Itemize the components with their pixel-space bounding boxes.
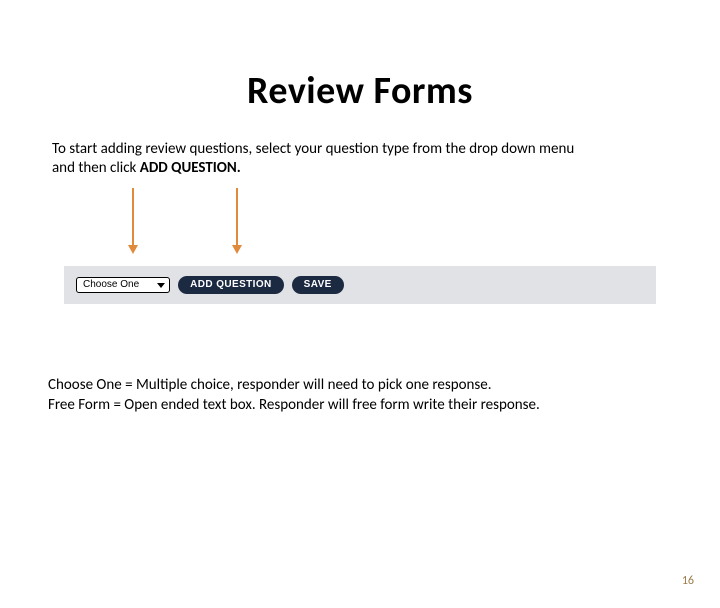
toolbar-screenshot: Choose One ADD QUESTION SAVE	[64, 266, 656, 304]
chevron-down-icon	[157, 283, 165, 288]
question-type-select[interactable]: Choose One	[76, 277, 170, 293]
select-label: Choose One	[83, 279, 139, 291]
add-question-button[interactable]: ADD QUESTION	[178, 276, 283, 294]
arrow-down-icon	[132, 188, 134, 246]
intro-line1: To start adding review questions, select…	[52, 140, 574, 158]
toolbar: Choose One ADD QUESTION SAVE	[64, 266, 656, 304]
save-button[interactable]: SAVE	[292, 276, 344, 294]
intro-line2-bold: ADD QUESTION.	[140, 159, 241, 177]
arrow-down-icon	[236, 188, 238, 246]
arrow-annotations	[0, 188, 720, 266]
intro-line2-prefix: and then click	[52, 159, 140, 177]
explanation-text: Choose One = Multiple choice, responder …	[48, 376, 672, 415]
explain-line1: Choose One = Multiple choice, responder …	[48, 376, 492, 394]
page-title: Review Forms	[0, 68, 720, 114]
intro-text: To start adding review questions, select…	[52, 140, 668, 178]
explain-line2: Free Form = Open ended text box. Respond…	[48, 396, 540, 414]
page-number: 16	[682, 574, 694, 588]
